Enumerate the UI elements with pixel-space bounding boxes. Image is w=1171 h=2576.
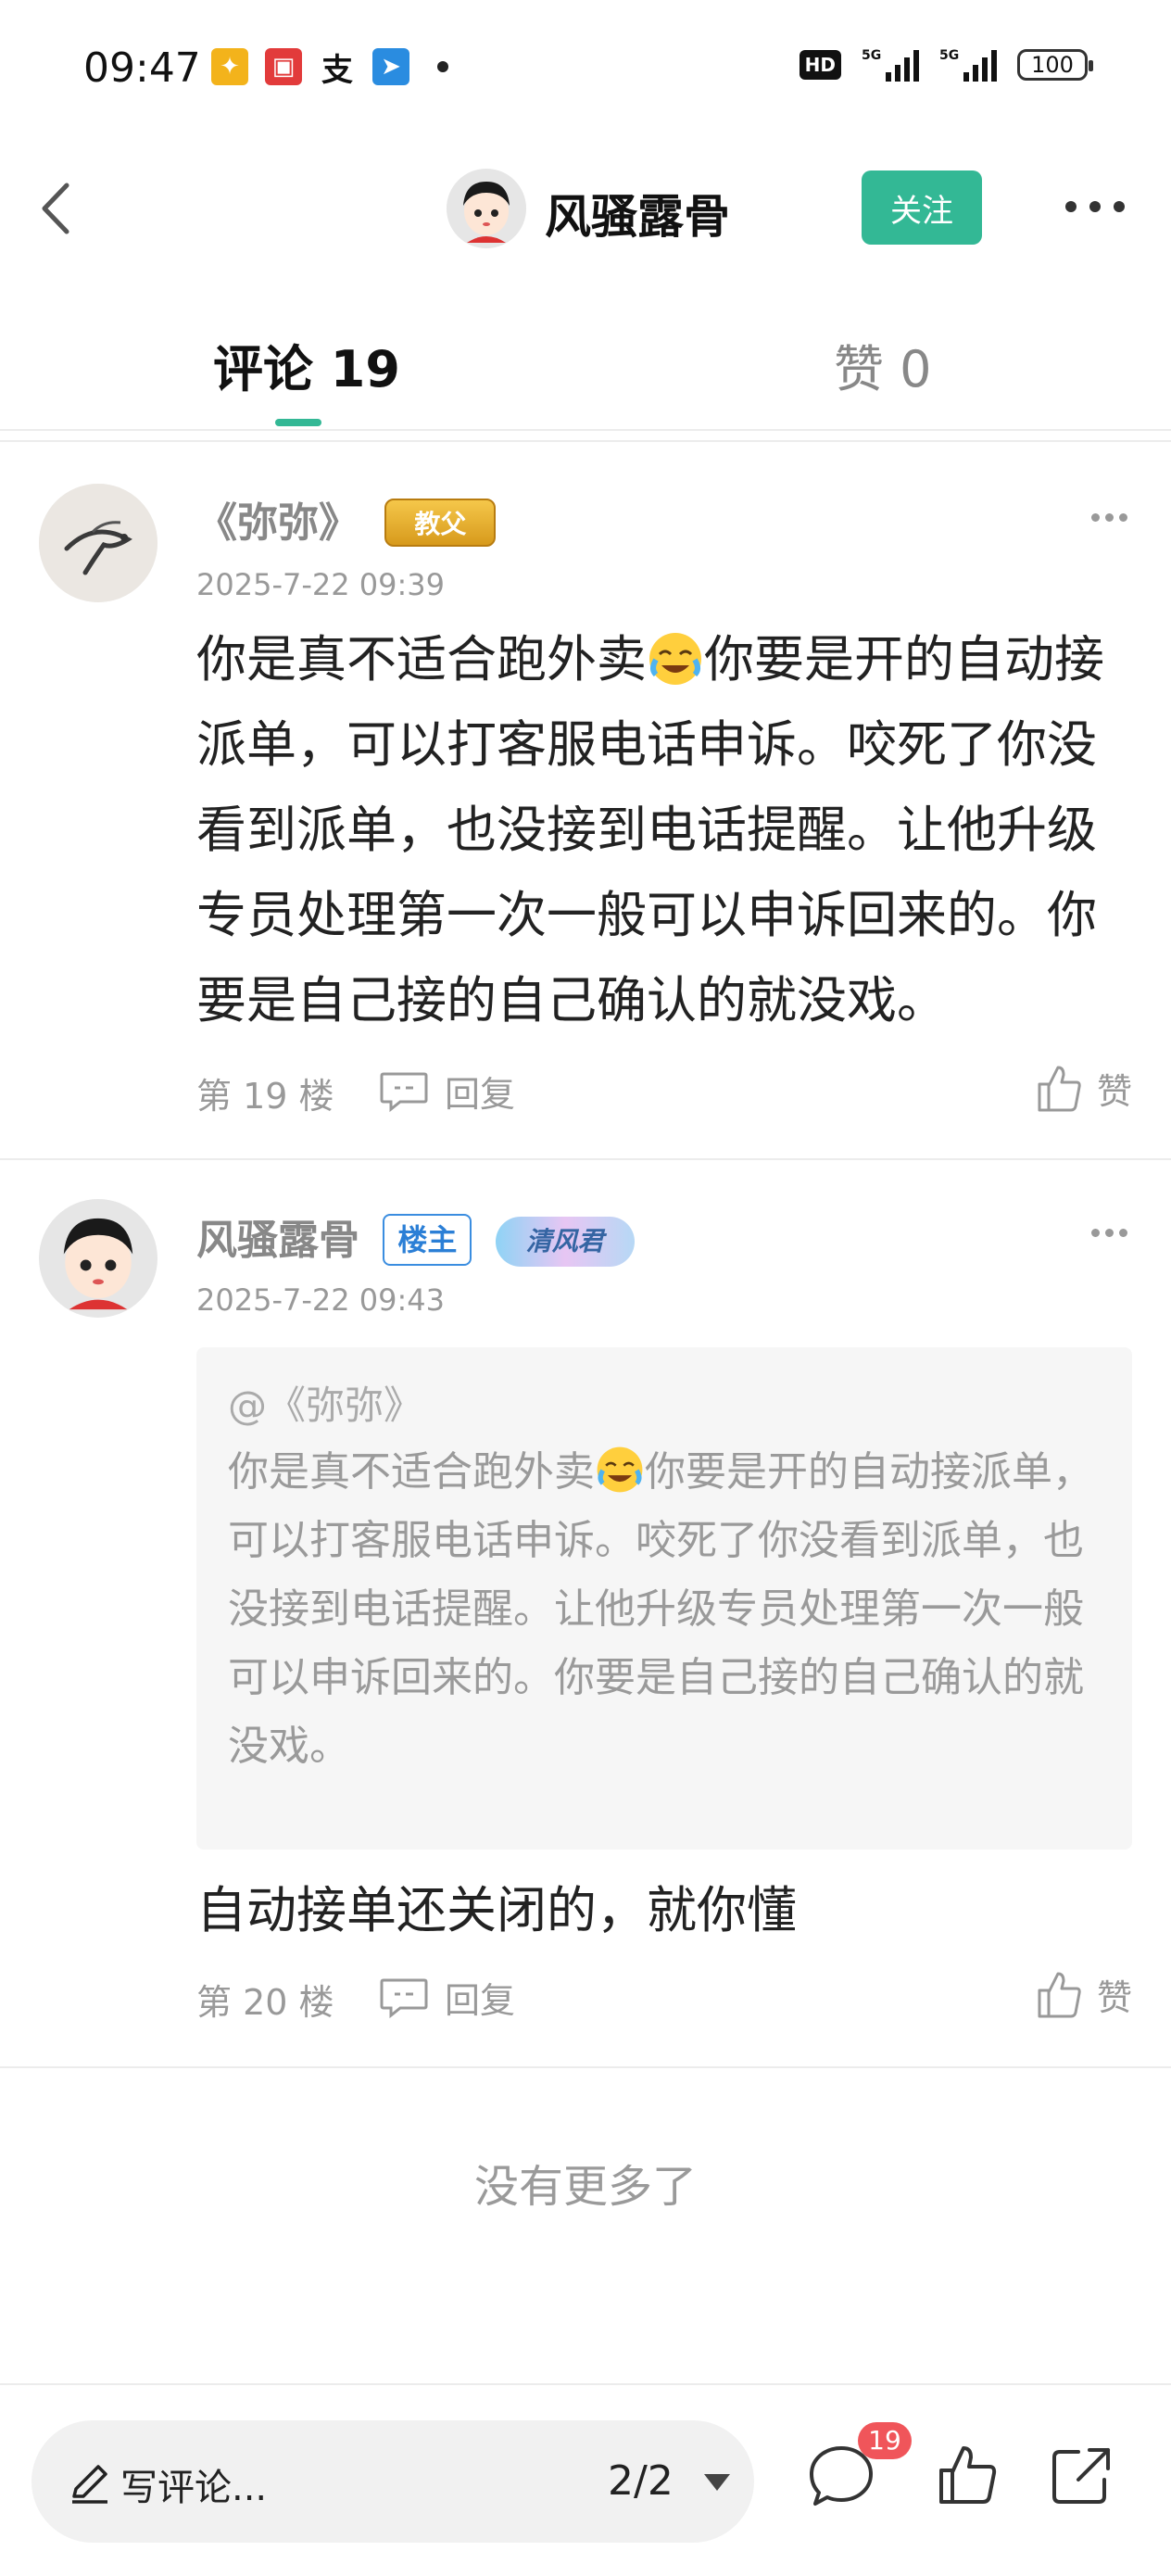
user-avatar[interactable] — [447, 169, 526, 248]
signal-5g-icon: 5G — [862, 48, 919, 82]
comment-divider — [0, 2066, 1171, 2068]
svg-text:5G: 5G — [862, 48, 881, 63]
quoted-text: 你是真不适合跑外卖 你要是开的自动接派单，可以打客服电话申诉。咬死了你没看到派单，… — [228, 1438, 1101, 1781]
news-app-icon: ▣ — [265, 48, 302, 85]
hd-voice-icon: HD — [799, 50, 841, 80]
thumbs-up-icon — [1038, 1972, 1081, 2018]
like-button[interactable]: 赞 — [1036, 1062, 1132, 1114]
comment-author[interactable]: 《弥弥》 教父 — [196, 489, 497, 549]
commenter-avatar[interactable] — [39, 484, 157, 602]
comment-time: 2025-7-22 09:39 — [196, 567, 445, 602]
tab-bar: 评论 19 赞 0 — [0, 278, 1171, 431]
comment-more-icon[interactable] — [1091, 1229, 1127, 1237]
pen-icon — [72, 2465, 107, 2504]
crying-laughing-emoji-icon — [649, 633, 701, 685]
reply-button[interactable]: 回复 — [378, 1066, 515, 1117]
quoted-author: @《弥弥》 — [228, 1383, 423, 1428]
reply-label: 回复 — [445, 1980, 516, 2021]
status-time: 09:47 — [83, 44, 201, 92]
comment-composer[interactable]: 写评论... 2/2 — [31, 2420, 754, 2543]
thumbs-up-icon[interactable] — [932, 2439, 1006, 2513]
decorative-badge: 清风君 — [495, 1217, 635, 1267]
comment-footer: 第 20 楼 回复 赞 — [196, 1968, 1132, 2024]
delivery-app-icon: ✦ — [211, 48, 248, 85]
author-name[interactable]: 风骚露骨 — [196, 1217, 359, 1264]
share-icon[interactable] — [1045, 2439, 1119, 2513]
bottom-action-bar: 写评论... 2/2 19 — [0, 2383, 1171, 2576]
signal-5g-secondary-icon: 5G — [939, 48, 997, 82]
comment-text-part2: 你要是开的自动接派单，可以打客服电话申诉。咬死了你没看到派单，也没接到电话提醒。… — [196, 630, 1104, 1029]
page-indicator[interactable]: 2/2 — [608, 2457, 674, 2505]
more-notifications-dot-icon — [437, 61, 448, 72]
top-app-bar: 风骚露骨 关注 — [0, 139, 1171, 278]
comment-author[interactable]: 风骚露骨 楼主 清风君 — [196, 1206, 635, 1267]
comment-divider — [0, 1158, 1171, 1160]
floor-number: 第 19 楼 — [196, 1076, 334, 1117]
comment-count-badge: 19 — [858, 2422, 912, 2459]
comment-more-icon[interactable] — [1091, 513, 1127, 522]
cartoon-face-avatar-icon — [447, 169, 526, 248]
follow-button[interactable]: 关注 — [862, 170, 982, 245]
svg-text:5G: 5G — [939, 48, 959, 63]
composer-placeholder[interactable]: 写评论... — [120, 2457, 267, 2511]
cartoon-face-avatar-icon — [39, 1199, 157, 1318]
like-label: 赞 — [1096, 1070, 1132, 1112]
battery-level: 100 — [1031, 52, 1074, 78]
telegram-icon: ➤ — [372, 48, 409, 85]
commenter-avatar[interactable] — [39, 1199, 157, 1318]
more-options-icon[interactable] — [1065, 183, 1125, 230]
comment-footer: 第 19 楼 回复 赞 — [196, 1062, 1132, 1118]
active-tab-indicator — [275, 419, 321, 426]
comment-body: 自动接单还关闭的，就你懂 — [196, 1881, 797, 1939]
like-button[interactable]: 赞 — [1036, 1968, 1132, 2020]
reply-label: 回复 — [445, 1074, 516, 1115]
thread-owner-badge: 楼主 — [383, 1214, 472, 1266]
floor-number: 第 20 楼 — [196, 1982, 334, 2023]
quoted-text-part1: 你是真不适合跑外卖 — [228, 1448, 595, 1496]
like-label: 赞 — [1096, 1976, 1132, 2018]
ink-painting-avatar-icon — [39, 484, 157, 602]
system-status-icons: HD 5G 5G 100 — [799, 46, 1093, 83]
thumbs-up-icon — [1038, 1066, 1081, 1112]
tab-comments[interactable]: 评论 19 — [213, 328, 400, 401]
reply-bubble-icon — [380, 1072, 428, 1112]
alipay-icon: 支 — [321, 51, 353, 89]
chevron-down-icon[interactable] — [704, 2474, 730, 2491]
battery-icon: 100 — [1017, 49, 1093, 81]
comment-time: 2025-7-22 09:43 — [196, 1282, 445, 1318]
tab-likes[interactable]: 赞 0 — [834, 328, 932, 401]
divider — [0, 440, 1171, 442]
comment-text-part1: 你是真不适合跑外卖 — [196, 630, 647, 688]
quoted-comment[interactable]: @《弥弥》 你是真不适合跑外卖 你要是开的自动接派单，可以打客服电话申诉。咬死了你… — [196, 1347, 1132, 1850]
reply-button[interactable]: 回复 — [378, 1972, 515, 2023]
reply-bubble-icon — [380, 1978, 428, 2018]
rank-badge: 教父 — [384, 499, 497, 547]
notification-icons: ✦ ▣ 支 ➤ — [211, 48, 448, 89]
status-bar: 09:47 ✦ ▣ 支 ➤ HD 5G 5G 100 — [0, 0, 1171, 139]
quoted-text-part2: 你要是开的自动接派单，可以打客服电话申诉。咬死了你没看到派单，也没接到电话提醒。… — [228, 1448, 1093, 1770]
header-username[interactable]: 风骚露骨 — [545, 180, 730, 246]
crying-laughing-emoji-icon — [597, 1446, 643, 1493]
end-of-list-text: 没有更多了 — [473, 2161, 697, 2213]
author-name[interactable]: 《弥弥》 — [196, 499, 359, 547]
back-arrow-icon[interactable] — [28, 176, 93, 241]
comment-body: 你是真不适合跑外卖 你要是开的自动接派单，可以打客服电话申诉。咬死了你没看到派单，… — [196, 617, 1132, 1043]
